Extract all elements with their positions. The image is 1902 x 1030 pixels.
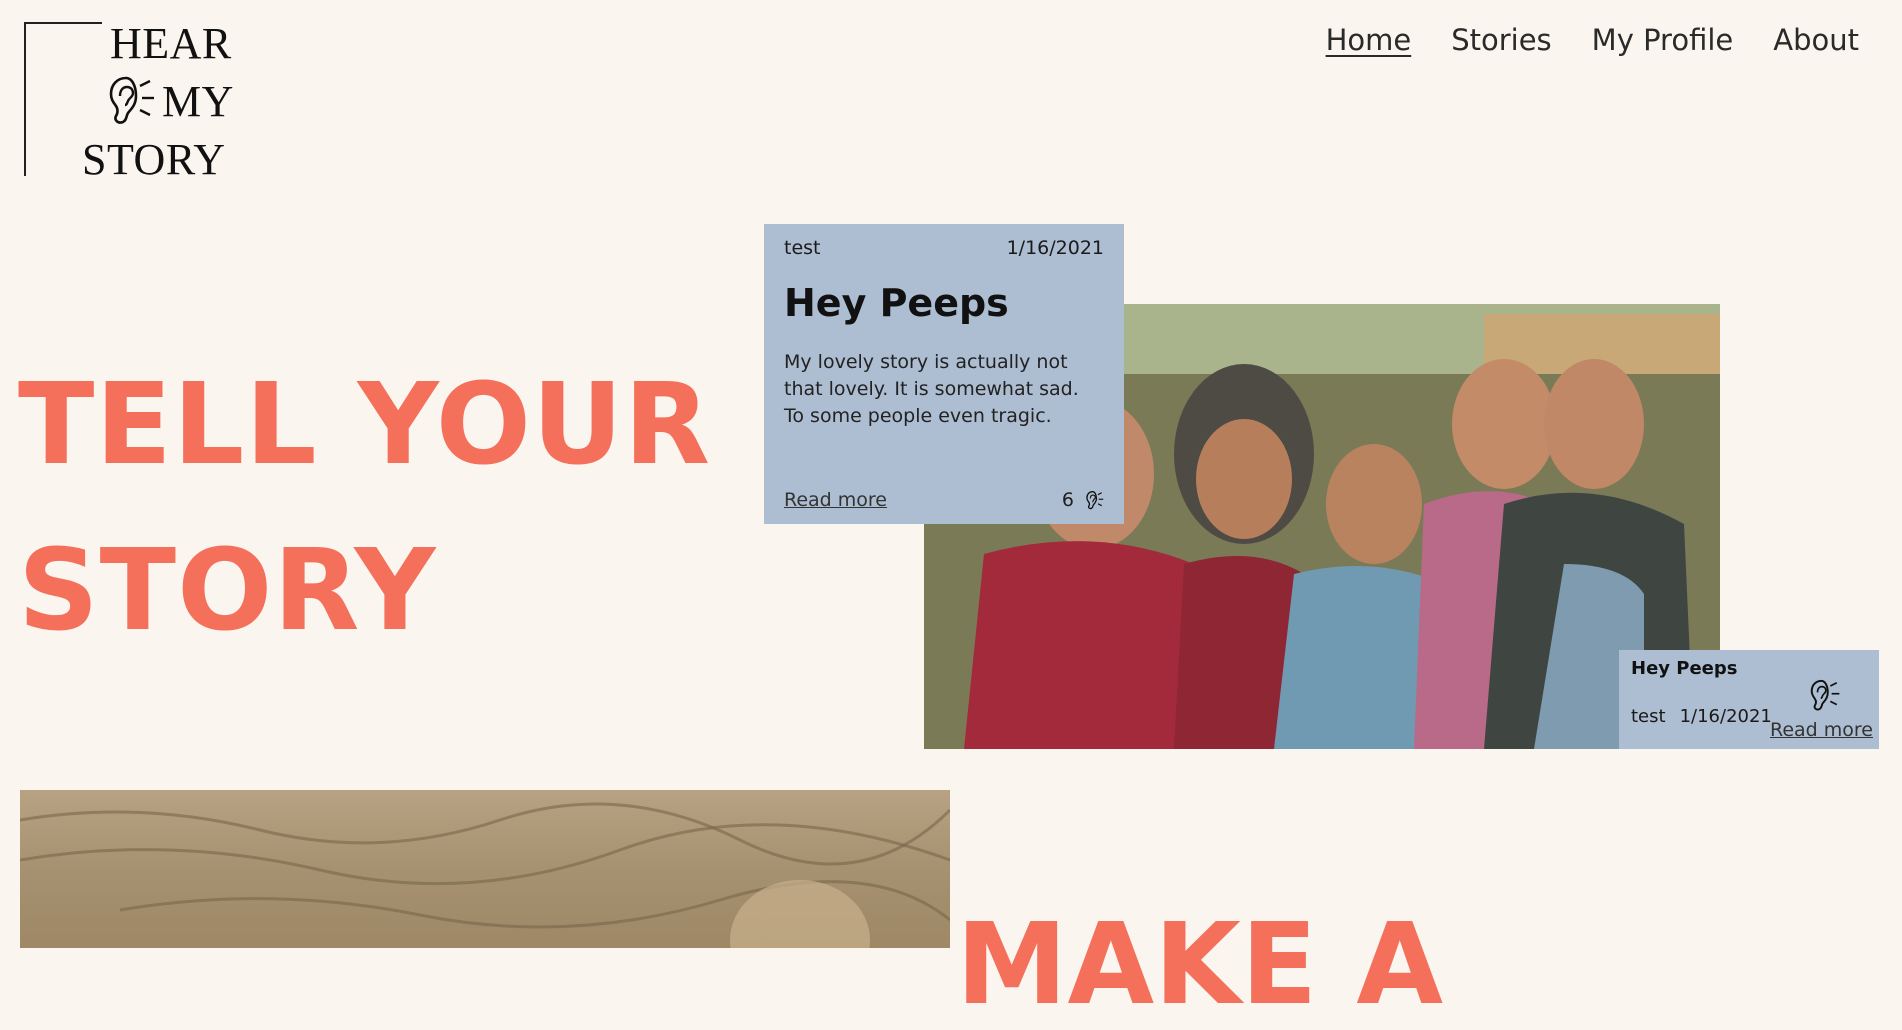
logo-text-story: STORY	[82, 135, 226, 184]
mini-read-more-link[interactable]: Read more	[1770, 719, 1873, 741]
listen-count: 6	[1062, 488, 1104, 512]
hero-line-1: TELL YOUR	[18, 360, 712, 490]
mini-story-meta: test 1/16/2021	[1631, 706, 1772, 727]
sand-photo-illustration	[20, 802, 950, 948]
nav-home-link[interactable]: Home	[1326, 18, 1412, 62]
hero-heading: TELL YOUR STORY	[18, 342, 711, 674]
nav-stories-link[interactable]: Stories	[1451, 18, 1551, 62]
ear-icon	[109, 76, 154, 124]
story-card[interactable]: test 1/16/2021 Hey Peeps My lovely story…	[764, 224, 1124, 524]
story-excerpt: My lovely story is actually not that lov…	[784, 350, 1079, 427]
hero-line-2: STORY	[18, 526, 437, 656]
mini-story-title: Hey Peeps	[1631, 658, 1738, 679]
ear-icon	[1086, 490, 1104, 510]
listen-count-value: 6	[1061, 489, 1074, 511]
read-more-link[interactable]: Read more	[784, 489, 887, 511]
story-card-footer: Read more 6	[784, 488, 1104, 512]
ear-icon	[1810, 679, 1840, 711]
site-logo[interactable]: HEAR MY STORY	[24, 19, 244, 182]
logo-text-my: MY	[162, 77, 234, 126]
story-title: Hey Peeps	[784, 281, 1009, 325]
story-date: 1/16/2021	[1006, 237, 1104, 259]
sand-photo	[20, 790, 950, 948]
nav-my-profile-link[interactable]: My Profile	[1592, 18, 1734, 62]
mini-story-date: 1/16/2021	[1679, 706, 1772, 727]
mini-story-card[interactable]: Hey Peeps test 1/16/2021 Read more	[1619, 650, 1879, 749]
story-card-meta: test 1/16/2021	[784, 237, 1104, 259]
nav-about-link[interactable]: About	[1773, 18, 1859, 62]
mini-story-author: test	[1631, 706, 1666, 727]
story-author: test	[784, 237, 821, 259]
section-heading: MAKE A	[956, 900, 1444, 1030]
logo-text-hear: HEAR	[110, 19, 232, 68]
main-nav: Home Stories My Profile About	[1326, 18, 1859, 62]
